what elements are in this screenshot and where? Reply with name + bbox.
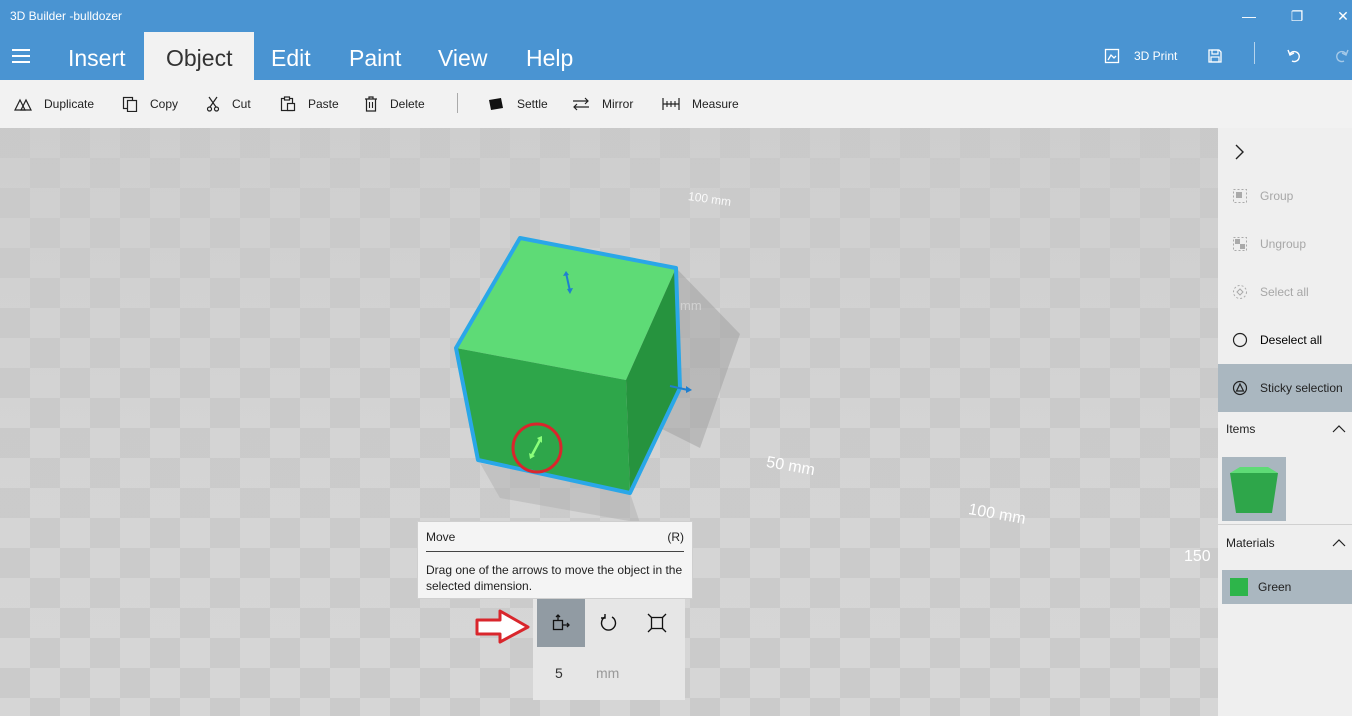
materials-section-header[interactable]: Materials [1218,528,1352,556]
transform-panel: 5 mm [533,599,685,700]
window-title: 3D Builder -bulldozer [10,9,123,23]
3d-print-label: 3D Print [1134,49,1178,63]
material-green[interactable]: Green [1222,570,1352,604]
scale-icon [647,613,667,633]
undo-button[interactable] [1286,32,1302,80]
close-button[interactable]: ✕ [1320,0,1352,32]
mirror-label: Mirror [602,97,634,111]
ungroup-icon [1233,237,1247,251]
sticky-selection-toggle[interactable]: Sticky selection [1218,364,1352,412]
undo-icon [1287,49,1300,63]
title-bar: 3D Builder -bulldozer — ❐ ✕ [0,0,1352,32]
scissors-icon [206,96,220,112]
collapse-panel-button[interactable] [1218,128,1352,176]
step-unit: mm [596,665,620,681]
measure-label: Measure [692,97,739,111]
tooltip-shortcut: (R) [667,530,684,544]
rotate-icon [600,614,617,631]
chevron-up-icon [1332,425,1346,433]
move-tooltip: Move (R) Drag one of the arrows to move … [417,521,693,599]
chevron-right-icon [1235,144,1244,160]
group-button[interactable]: Group [1218,172,1352,220]
duplicate-button[interactable]: Duplicate [14,80,94,128]
maximize-button[interactable]: ❐ [1274,0,1320,32]
items-section-header[interactable]: Items [1218,414,1352,442]
copy-label: Copy [150,97,179,111]
menu-help[interactable]: Help [504,32,595,80]
delete-label: Delete [390,97,425,111]
group-label: Group [1260,189,1294,203]
deselect-all-label: Deselect all [1260,333,1323,347]
copy-icon [122,96,138,112]
settle-button[interactable]: Settle [487,80,548,128]
settle-icon [489,98,503,110]
menu-view[interactable]: View [416,32,509,80]
menu-separator [1254,42,1255,64]
scale-mode-button[interactable] [633,599,681,647]
save-icon [1208,49,1222,63]
mirror-arrows-icon [573,97,589,111]
material-swatch [1230,578,1248,596]
toolbar-separator [457,93,458,113]
copy-button[interactable]: Copy [122,80,178,128]
menu-object[interactable]: Object [144,32,255,80]
object-toolbar: Duplicate Copy Cut Paste Delete Settle M… [0,80,1352,128]
cube-thumbnail-icon [1230,467,1278,513]
delete-button[interactable]: Delete [364,80,425,128]
select-all-button[interactable]: Select all [1218,268,1352,316]
deselect-all-button[interactable]: Deselect all [1218,316,1352,364]
select-all-icon [1233,285,1247,299]
3d-print-button[interactable]: 3D Print [1104,32,1177,80]
menu-insert[interactable]: Insert [46,32,148,80]
paste-button[interactable]: Paste [280,80,339,128]
tooltip-description: Drag one of the arrows to move the objec… [426,563,683,593]
materials-header-label: Materials [1226,536,1275,550]
menu-edit[interactable]: Edit [249,32,333,80]
ruler-icon [662,98,680,110]
sticky-selection-icon [1232,380,1248,396]
paste-label: Paste [308,97,339,111]
cut-button[interactable]: Cut [206,80,251,128]
trash-icon [365,96,377,112]
sticky-selection-label: Sticky selection [1260,381,1343,395]
material-label: Green [1258,580,1292,594]
items-header-label: Items [1226,422,1256,436]
ungroup-button[interactable]: Ungroup [1218,220,1352,268]
mirror-button[interactable]: Mirror [572,80,633,128]
deselect-icon [1232,332,1248,348]
tooltip-header: Move (R) [426,530,684,552]
ungroup-label: Ungroup [1260,237,1307,251]
side-panel: Group Ungroup Select all Deselect all St… [1218,128,1352,716]
printer-icon [1104,48,1120,64]
duplicate-label: Duplicate [44,97,95,111]
cut-label: Cut [232,97,251,111]
duplicate-icon [14,98,32,111]
hamburger-menu-icon[interactable] [12,49,30,63]
item-thumbnail-bulldozer[interactable] [1222,457,1286,521]
minimize-button[interactable]: — [1226,0,1272,32]
select-all-label: Select all [1260,285,1309,299]
move-mode-button[interactable] [537,599,585,647]
redo-icon [1336,49,1349,63]
move-icon [552,614,570,631]
items-divider [1218,524,1352,525]
rotate-mode-button[interactable] [585,599,633,647]
redo-button[interactable] [1334,32,1350,80]
step-value[interactable]: 5 [555,665,563,681]
settle-label: Settle [517,97,548,111]
group-icon [1233,189,1247,203]
clipboard-icon [280,96,296,112]
chevron-up-icon [1332,539,1346,547]
save-button[interactable] [1207,32,1223,80]
tooltip-title: Move [426,530,456,544]
menu-paint[interactable]: Paint [327,32,423,80]
menu-bar: Insert Object Edit Paint View Help 3D Pr… [0,32,1352,80]
annotation-arrow [475,609,530,644]
measure-button[interactable]: Measure [662,80,739,128]
